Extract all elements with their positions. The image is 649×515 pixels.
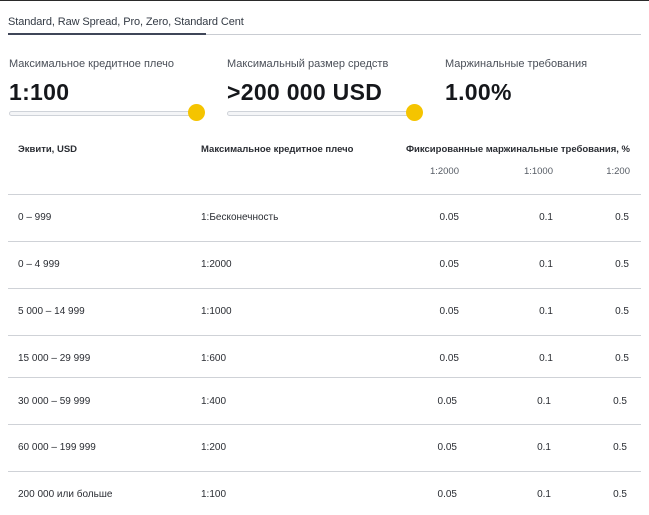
cell-margin-1-1000: 0.1 — [537, 489, 551, 500]
cell-margin-1-200: 0.5 — [615, 353, 629, 364]
cell-equity: 0 – 4 999 — [18, 259, 60, 270]
column-header-equity: Эквити, USD — [18, 144, 78, 155]
cell-margin-1-200: 0.5 — [615, 259, 629, 270]
column-header-margin: Фиксированные маржинальные требования, % — [405, 144, 630, 155]
subheader-1-1000: 1:1000 — [523, 166, 553, 177]
max-leverage-stat: Максимальное кредитное плечо 1:100 — [9, 58, 174, 106]
cell-leverage: 1:600 — [201, 353, 227, 364]
cell-margin-1-1000: 0.1 — [537, 442, 551, 453]
cell-margin-1-2000: 0.05 — [437, 442, 457, 453]
cell-margin-1-1000: 0.1 — [539, 306, 553, 317]
max-funds-label: Максимальный размер средств — [227, 58, 389, 70]
leverage-slider-thumb[interactable] — [188, 104, 205, 121]
subheader-1-200: 1:200 — [606, 166, 630, 177]
leverage-slider[interactable] — [9, 103, 205, 123]
cell-margin-1-1000: 0.1 — [537, 396, 551, 407]
cell-leverage: 1:2000 — [201, 259, 232, 270]
cell-margin-1-2000: 0.05 — [439, 306, 459, 317]
margin-requirements-stat: Маржинальные требования 1.00% — [445, 58, 587, 106]
cell-margin-1-2000: 0.05 — [437, 396, 457, 407]
cell-leverage: 1:400 — [201, 396, 227, 407]
table-row: 0 – 999 1:Бесконечность 0.05 0.1 0.5 — [0, 212, 649, 232]
funds-slider-thumb[interactable] — [406, 104, 423, 121]
table-row: 15 000 – 29 999 1:600 0.05 0.1 0.5 — [0, 353, 649, 373]
row-divider — [8, 288, 641, 289]
cell-margin-1-2000: 0.05 — [439, 212, 459, 223]
cell-equity: 0 – 999 — [18, 212, 52, 223]
table-row: 0 – 4 999 1:2000 0.05 0.1 0.5 — [0, 259, 649, 279]
margin-requirements-label: Маржинальные требования — [445, 58, 588, 70]
cell-margin-1-2000: 0.05 — [439, 259, 459, 270]
row-divider — [8, 335, 641, 336]
cell-leverage: 1:1000 — [201, 306, 232, 317]
cell-equity: 200 000 или больше — [18, 489, 113, 500]
table-row: 30 000 – 59 999 1:400 0.05 0.1 0.5 — [0, 396, 649, 416]
subheader-1-2000: 1:2000 — [429, 166, 459, 177]
max-funds-value: >200 000 USD — [227, 79, 383, 105]
table-row: 60 000 – 199 999 1:200 0.05 0.1 0.5 — [0, 442, 649, 462]
funds-slider[interactable] — [227, 103, 423, 123]
cell-margin-1-2000: 0.05 — [439, 353, 459, 364]
cell-margin-1-1000: 0.1 — [539, 353, 553, 364]
max-leverage-value: 1:100 — [9, 79, 70, 105]
account-type-tabs: Standard, Raw Spread, Pro, Zero, Standar… — [8, 1, 641, 35]
row-divider — [8, 377, 641, 378]
cell-margin-1-200: 0.5 — [613, 396, 627, 407]
cell-margin-1-200: 0.5 — [615, 212, 629, 223]
cell-equity: 60 000 – 199 999 — [18, 442, 96, 453]
cell-leverage: 1:200 — [201, 442, 227, 453]
max-leverage-label: Максимальное кредитное плечо — [9, 58, 174, 70]
cell-equity: 5 000 – 14 999 — [18, 306, 85, 317]
cell-equity: 30 000 – 59 999 — [18, 396, 91, 407]
row-divider — [8, 471, 641, 472]
table-row: 5 000 – 14 999 1:1000 0.05 0.1 0.5 — [0, 306, 649, 326]
tab-account-types[interactable]: Standard, Raw Spread, Pro, Zero, Standar… — [8, 16, 244, 28]
row-divider — [8, 424, 641, 425]
cell-leverage: 1:100 — [201, 489, 227, 500]
column-header-leverage: Максимальное кредитное плечо — [201, 144, 354, 155]
cell-margin-1-200: 0.5 — [613, 489, 627, 500]
cell-leverage: 1:Бесконечность — [201, 212, 279, 223]
cell-margin-1-200: 0.5 — [615, 306, 629, 317]
row-divider — [8, 241, 641, 242]
max-funds-stat: Максимальный размер средств >200 000 USD — [227, 58, 388, 106]
leverage-slider-track[interactable] — [9, 111, 197, 116]
table-row: 200 000 или больше 1:100 0.05 0.1 0.5 — [0, 489, 649, 509]
margin-requirements-value: 1.00% — [445, 79, 512, 105]
cell-margin-1-2000: 0.05 — [437, 489, 457, 500]
cell-margin-1-200: 0.5 — [613, 442, 627, 453]
cell-margin-1-1000: 0.1 — [539, 259, 553, 270]
cell-equity: 15 000 – 29 999 — [18, 353, 91, 364]
funds-slider-track[interactable] — [227, 111, 415, 116]
cell-margin-1-1000: 0.1 — [539, 212, 553, 223]
active-tab-indicator — [8, 33, 206, 35]
header-divider — [8, 194, 641, 195]
